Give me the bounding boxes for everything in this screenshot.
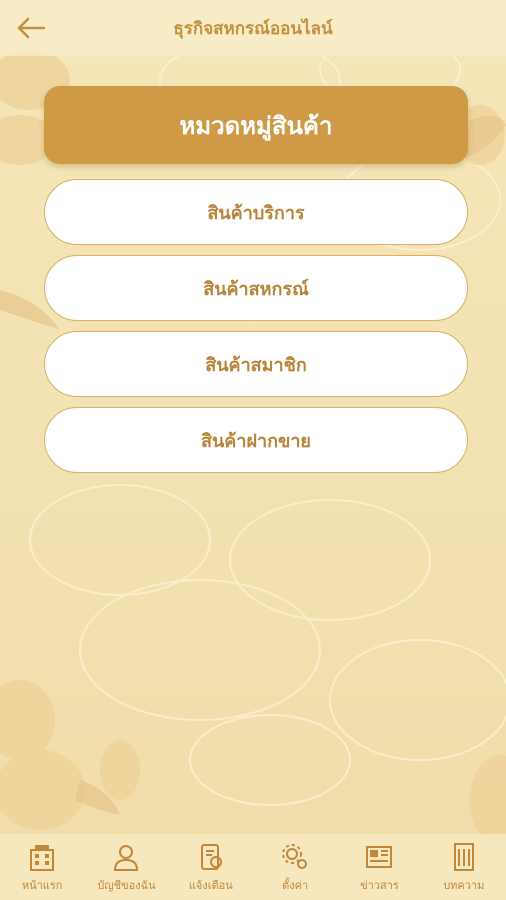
nav-my-account[interactable]: บัญชีของฉัน [84, 834, 168, 900]
nav-articles[interactable]: บทความ [422, 834, 506, 900]
nav-label: บัญชีของฉัน [97, 879, 156, 892]
menu-item-label: สินค้าสมาชิก [205, 354, 307, 376]
settings-icon [282, 844, 308, 869]
nav-label: หน้าแรก [21, 879, 63, 892]
menu-item-consignment-products[interactable]: สินค้าฝากขาย [44, 407, 468, 473]
nav-label: ตั้งค่า [282, 879, 309, 892]
nav-label: แจ้งเตือน [188, 879, 233, 892]
nav-notifications[interactable]: แจ้งเตือน [169, 834, 253, 900]
nav-settings[interactable]: ตั้งค่า [253, 834, 337, 900]
menu-item-member-products[interactable]: สินค้าสมาชิก [44, 331, 468, 397]
top-bar: ธุรกิจสหกรณ์ออนไลน์ [0, 0, 506, 56]
menu-item-service-products[interactable]: สินค้าบริการ [44, 179, 468, 245]
bottom-navigation: หน้าแรก บัญชีของฉัน แจ้งเตือน ตั้งค่า ข่… [0, 834, 506, 900]
nav-news[interactable]: ข่าวสาร [337, 834, 421, 900]
menu-item-label: สินค้าบริการ [207, 202, 305, 224]
menu-item-label: สินค้าสหกรณ์ [203, 278, 309, 300]
nav-home[interactable]: หน้าแรก [0, 834, 84, 900]
category-heading: หมวดหมู่สินค้า [44, 86, 468, 164]
building-icon [30, 845, 55, 871]
article-icon [453, 843, 474, 871]
page-title: ธุรกิจสหกรณ์ออนไลน์ [173, 18, 333, 39]
menu-item-cooperative-products[interactable]: สินค้าสหกรณ์ [44, 255, 468, 321]
back-button[interactable] [14, 12, 48, 44]
arrow-left-icon [17, 17, 46, 39]
menu-item-label: สินค้าฝากขาย [201, 430, 311, 452]
nav-label: บทความ [443, 879, 485, 892]
nav-label: ข่าวสาร [360, 879, 399, 892]
newspaper-icon [366, 846, 393, 868]
user-account-icon [114, 845, 139, 871]
notification-icon [200, 844, 222, 870]
